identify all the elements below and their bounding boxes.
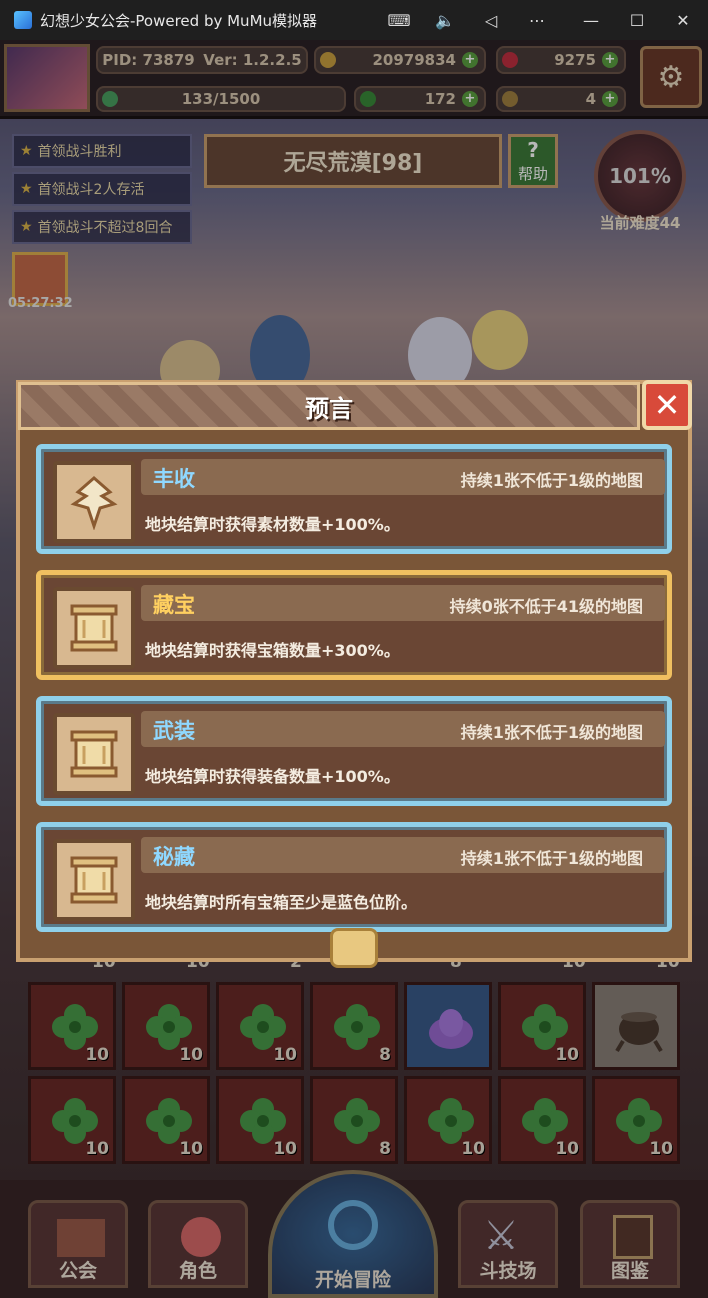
card-description: 地块结算时获得素材数量+100%。 [145, 515, 400, 534]
card-condition: 持续1张不低于1级的地图 [460, 849, 643, 868]
scroll-icon [53, 713, 135, 795]
card-name: 丰收 [153, 467, 195, 491]
card-description: 地块结算时所有宝箱至少是蓝色位阶。 [145, 893, 418, 912]
prophecy-card[interactable]: 秘藏 持续1张不低于1级的地图地块结算时所有宝箱至少是蓝色位阶。 [36, 822, 672, 932]
close-x-icon: ✕ [653, 386, 681, 424]
maximize-icon[interactable]: ☐ [614, 0, 660, 40]
scroll-icon [53, 839, 135, 921]
window-title: 幻想少女公会-Powered by MuMu模拟器 [40, 12, 318, 30]
harvest-icon [53, 461, 135, 543]
card-description: 地块结算时获得宝箱数量+300%。 [145, 641, 400, 660]
app-icon [14, 11, 32, 29]
back-icon[interactable]: ◁ [468, 0, 514, 40]
card-condition: 持续1张不低于1级的地图 [460, 471, 643, 490]
prophecy-card[interactable]: 藏宝 持续0张不低于41级的地图地块结算时获得宝箱数量+300%。 [36, 570, 672, 680]
keyboard-icon[interactable]: ⌨ [376, 0, 422, 40]
close-dialog-button[interactable]: ✕ [642, 380, 692, 430]
dialog-title: 预言 [18, 382, 640, 430]
more-icon[interactable]: ⋯ [514, 0, 560, 40]
prophecy-card[interactable]: 武装 持续1张不低于1级的地图地块结算时获得装备数量+100%。 [36, 696, 672, 806]
card-condition: 持续1张不低于1级的地图 [460, 723, 643, 742]
prophecy-card[interactable]: 丰收 持续1张不低于1级的地图地块结算时获得素材数量+100%。 [36, 444, 672, 554]
card-condition: 持续0张不低于41级的地图 [449, 597, 643, 616]
close-icon[interactable]: ✕ [660, 0, 706, 40]
volume-icon[interactable]: 🔈 [422, 0, 468, 40]
scroll-icon [53, 587, 135, 669]
card-description: 地块结算时获得装备数量+100%。 [145, 767, 400, 786]
window-titlebar: 幻想少女公会-Powered by MuMu模拟器 ⌨ 🔈 ◁ ⋯ — ☐ ✕ [0, 0, 708, 40]
card-name: 藏宝 [153, 593, 195, 617]
minimize-icon[interactable]: — [568, 0, 614, 40]
card-name: 武装 [153, 719, 195, 743]
dialog-ornament-icon [330, 928, 378, 968]
card-name: 秘藏 [153, 845, 195, 869]
